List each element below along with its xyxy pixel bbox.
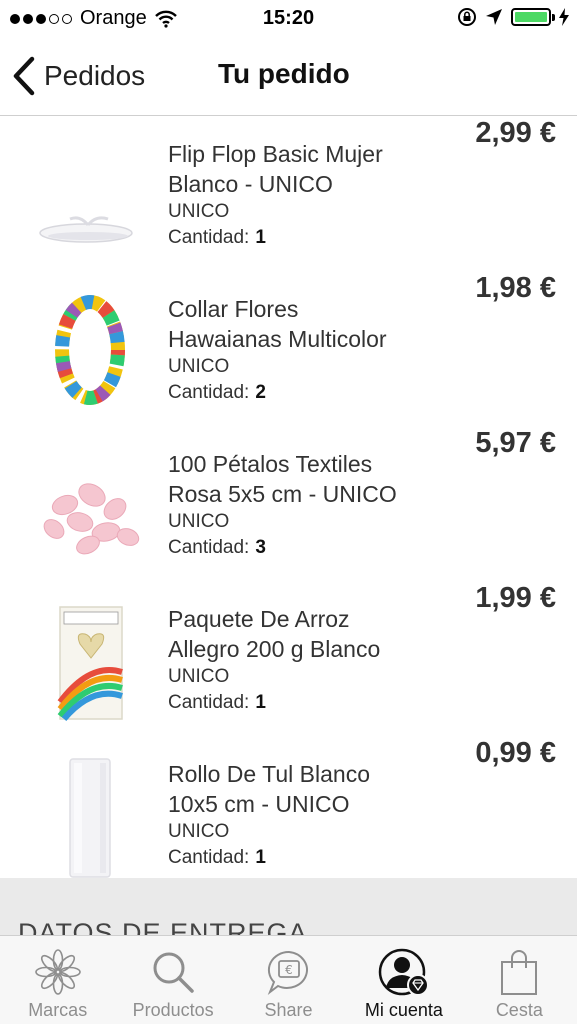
rose-petals-image [30,437,150,572]
order-item[interactable]: 100 Pétalos Textiles Rosa 5x5 cm - UNICO… [0,427,577,582]
item-variant: UNICO [168,201,230,222]
item-name: Collar Flores Hawaianas Multicolor [168,296,387,352]
quantity-value: 1 [255,692,266,713]
item-name: Rollo De Tul Blanco 10x5 cm - UNICO [168,761,370,817]
flower-icon [32,948,84,996]
tab-share[interactable]: € Share [231,936,346,1024]
rotation-lock-icon [458,8,476,26]
item-name: 100 Pétalos Textiles Rosa 5x5 cm - UNICO [168,451,397,507]
item-name: Flip Flop Basic Mujer Blanco - UNICO [168,141,383,197]
quantity-label: Cantidad: [168,847,250,868]
quantity-value: 1 [255,227,266,248]
status-bar: Orange 15:20 [0,0,577,38]
item-price: 1,98 € [475,272,556,304]
page-title: Tu pedido [218,58,350,89]
svg-text:€: € [285,963,293,977]
item-price: 5,97 € [475,427,556,459]
quantity-label: Cantidad: [168,382,250,403]
tab-label: Marcas [28,1000,88,1020]
quantity-label: Cantidad: [168,537,250,558]
bag-icon [493,948,545,996]
item-quantity: Cantidad: 3 [168,537,266,559]
quantity-value: 1 [255,847,266,868]
item-variant: UNICO [168,511,230,532]
order-item-list: Flip Flop Basic Mujer Blanco - UNICO UNI… [0,117,577,892]
status-right [457,7,569,27]
item-quantity: Cantidad: 1 [168,227,266,249]
item-quantity: Cantidad: 2 [168,382,266,404]
tab-cesta[interactable]: Cesta [462,936,577,1024]
charging-bolt-icon [559,8,569,26]
euro-chat-icon: € [263,948,315,996]
item-price: 1,99 € [475,582,556,614]
order-item[interactable]: Flip Flop Basic Mujer Blanco - UNICO UNI… [0,117,577,272]
back-button-label: Pedidos [44,60,146,91]
flip-flop-image [30,127,150,262]
tab-label: Productos [132,1000,214,1020]
quantity-label: Cantidad: [168,692,250,713]
tab-label: Share [264,1000,313,1020]
item-price: 0,99 € [475,737,556,769]
tab-label: Cesta [495,1000,543,1020]
item-variant: UNICO [168,666,230,687]
order-item[interactable]: Rollo De Tul Blanco 10x5 cm - UNICO UNIC… [0,737,577,892]
item-variant: UNICO [168,821,230,842]
item-quantity: Cantidad: 1 [168,847,266,869]
search-icon [147,948,199,996]
tab-bar: Marcas Productos € Share Mi cuenta Cesta [0,935,577,1024]
tulle-roll-image [30,747,150,882]
order-item[interactable]: Paquete De Arroz Allegro 200 g Blanco UN… [0,582,577,737]
location-arrow-icon [486,9,502,25]
item-price: 2,99 € [475,117,556,149]
quantity-value: 3 [255,537,266,558]
quantity-value: 2 [255,382,266,403]
item-name: Paquete De Arroz Allegro 200 g Blanco [168,606,381,662]
tab-label: Mi cuenta [364,1000,443,1020]
order-item[interactable]: Collar Flores Hawaianas Multicolor UNICO… [0,272,577,427]
quantity-label: Cantidad: [168,227,250,248]
tab-productos[interactable]: Productos [115,936,230,1024]
flower-lei-image [30,282,150,417]
rice-package-image [30,592,150,727]
account-icon [378,948,430,996]
back-button[interactable]: Pedidos [12,56,145,96]
navigation-bar: Pedidos Tu pedido [0,38,577,116]
tab-marcas[interactable]: Marcas [0,936,115,1024]
chevron-left-icon [13,56,35,96]
item-quantity: Cantidad: 1 [168,692,266,714]
item-variant: UNICO [168,356,230,377]
tab-mi-cuenta[interactable]: Mi cuenta [346,936,461,1024]
delivery-section: DATOS DE ENTREGA [0,878,577,938]
battery-icon [511,8,555,26]
